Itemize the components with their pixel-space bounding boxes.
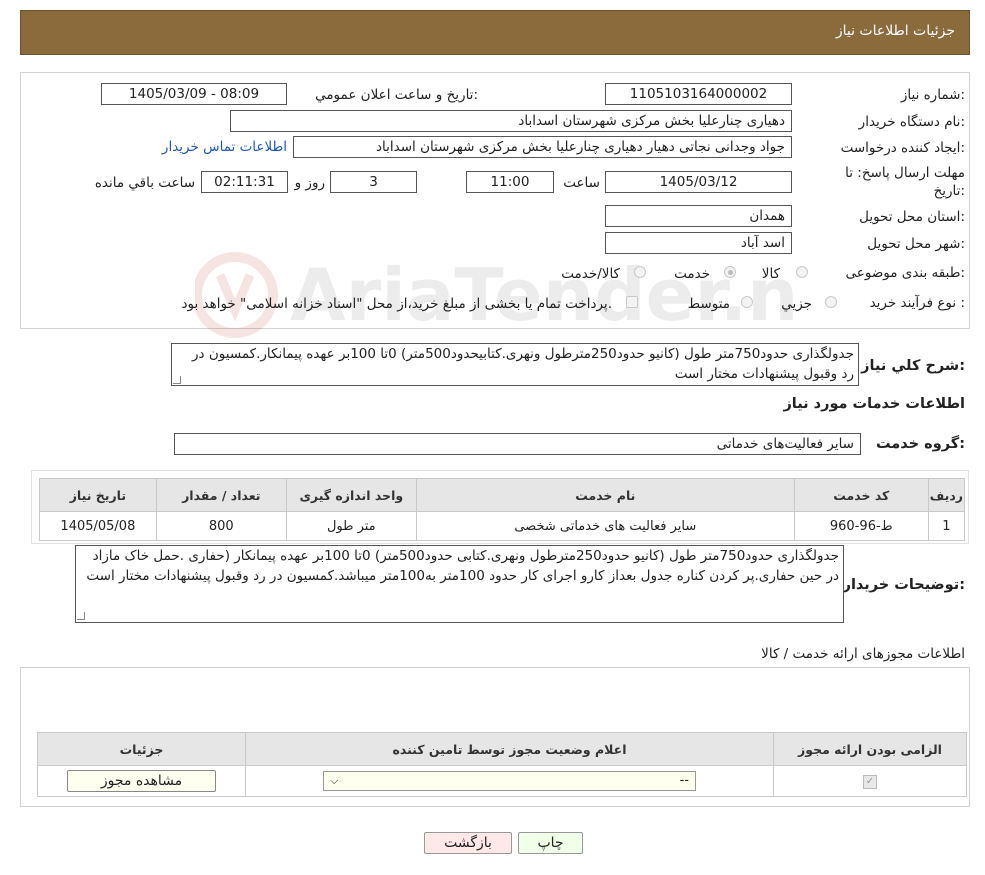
- service-group-label: گروه خدمت:: [875, 436, 965, 452]
- process-treasury-note: پرداخت تمام یا بخشی از مبلغ خرید،از محل …: [181, 296, 612, 312]
- process-option-medium: متوسط: [687, 296, 730, 312]
- services-table-header-row: ردیف کد خدمت نام خدمت واحد اندازه گیری ت…: [39, 478, 966, 512]
- summary-label: شرح کلي نیاز:: [861, 358, 965, 374]
- cell-unit: متر طول: [285, 511, 417, 541]
- permit-status-select[interactable]: ⌵ --: [323, 771, 696, 791]
- chevron-down-icon: ⌵: [330, 774, 339, 787]
- col-need-date: تاریخ نیاز: [39, 478, 157, 512]
- province-label: استان محل تحویل:: [859, 209, 965, 225]
- services-table: ردیف کد خدمت نام خدمت واحد اندازه گیری ت…: [39, 478, 966, 541]
- cell-row-number: 1: [927, 511, 966, 541]
- cell-permit-required: ✓: [773, 765, 967, 797]
- cell-quantity: 800: [155, 511, 287, 541]
- process-label: نوع فرآیند خرید :: [869, 295, 965, 311]
- cell-service-name: سایر فعالیت های خدماتی شخصی: [415, 511, 795, 541]
- remaining-time-label: ساعت باقي مانده: [94, 175, 195, 191]
- category-radio-goods[interactable]: [796, 266, 808, 278]
- deadline-label-2: تاریخ:: [933, 183, 965, 199]
- col-quantity: تعداد / مقدار: [155, 478, 287, 512]
- category-option-goods-service: کالا/خدمت: [561, 266, 620, 282]
- col-service-code: کد خدمت: [793, 478, 929, 512]
- service-group-field: سایر فعالیت‌های خدماتی: [174, 433, 861, 455]
- cell-permit-details: مشاهده مجوز: [37, 765, 246, 797]
- city-field: اسد آباد: [605, 232, 792, 254]
- requester-label: ایجاد کننده درخواست:: [840, 140, 965, 156]
- process-radio-medium[interactable]: [741, 296, 753, 308]
- cell-service-code: ط-96-960: [793, 511, 929, 541]
- table-row: 1 ط-96-960 سایر فعالیت های خدماتی شخصی م…: [39, 511, 966, 541]
- back-button[interactable]: بازگشت: [424, 832, 512, 854]
- city-label: شهر محل تحویل:: [867, 236, 965, 252]
- deadline-label: مهلت ارسال پاسخ: تا: [845, 165, 965, 181]
- buyer-notes-textarea[interactable]: جدولگذاری حدود750متر طول (کانیو حدود250م…: [75, 545, 844, 623]
- category-label: طبقه بندی موضوعی:: [845, 265, 965, 281]
- need-number-field: 1105103164000002: [605, 83, 792, 105]
- buyer-notes-label: توضیحات خریدار:: [842, 577, 965, 593]
- summary-resize-handle[interactable]: [173, 376, 181, 384]
- permits-table-header-row: الزامی بودن ارائه مجوز اعلام وضعیت مجوز …: [37, 732, 967, 766]
- buyer-field: دهیاری چنارعلیا بخش مرکزی شهرستان اسدابا…: [230, 110, 792, 132]
- requester-field: جواد وجدانی نجاتی دهیار دهیاری چنارعلیا …: [293, 136, 792, 158]
- deadline-time-label: ساعت: [563, 175, 600, 191]
- permits-section-title: اطلاعات مجوزهای ارائه خدمت / کالا: [761, 646, 965, 662]
- deadline-date-field: 1405/03/12: [605, 171, 792, 193]
- process-radio-small[interactable]: [825, 296, 837, 308]
- days-remaining-field: 3: [330, 171, 417, 193]
- category-option-goods: کالا: [761, 266, 780, 282]
- deadline-time-field: 11:00: [466, 171, 554, 193]
- category-radio-service[interactable]: [724, 266, 736, 278]
- permits-table: الزامی بودن ارائه مجوز اعلام وضعیت مجوز …: [37, 732, 967, 797]
- col-permit-required: الزامی بودن ارائه مجوز: [773, 732, 967, 766]
- cell-need-date: 1405/05/08: [39, 511, 157, 541]
- days-label: روز و: [294, 175, 325, 191]
- buyer-label: نام دستگاه خریدار:: [858, 114, 965, 130]
- need-number-label: شماره نیاز:: [900, 87, 965, 103]
- permit-status-value: --: [679, 773, 689, 788]
- permit-required-checkbox[interactable]: ✓: [863, 775, 877, 789]
- col-unit: واحد اندازه گیری: [285, 478, 417, 512]
- col-permit-details: جزئیات: [37, 732, 246, 766]
- process-checkbox-treasury[interactable]: [626, 296, 638, 308]
- process-option-small: جزیي: [781, 296, 812, 312]
- province-field: همدان: [605, 205, 792, 227]
- announce-datetime-field: 1405/03/09 - 08:09: [101, 83, 287, 105]
- buyer-notes-resize-handle[interactable]: [77, 612, 85, 620]
- category-option-service: خدمت: [674, 266, 710, 282]
- col-row-number: ردیف: [927, 478, 966, 512]
- page-title: جزئیات اطلاعات نیاز: [835, 23, 955, 39]
- buyer-contact-link[interactable]: اطلاعات تماس خریدار: [162, 139, 287, 155]
- category-radio-goods-service[interactable]: [634, 266, 646, 278]
- remaining-time-field: 02:11:31: [201, 171, 288, 193]
- summary-textarea[interactable]: جدولگذاری حدود750متر طول (کانیو حدود250م…: [171, 343, 859, 386]
- view-permit-button[interactable]: مشاهده مجوز: [67, 770, 216, 792]
- print-button[interactable]: چاپ: [518, 832, 583, 854]
- col-permit-status: اعلام وضعیت مجوز توسط تامین کننده: [245, 732, 774, 766]
- services-section-title: اطلاعات خدمات مورد نیاز: [783, 396, 965, 412]
- page-header: جزئیات اطلاعات نیاز: [20, 10, 970, 55]
- table-row: ✓ ⌵ -- مشاهده مجوز: [37, 765, 967, 797]
- col-service-name: نام خدمت: [415, 478, 795, 512]
- cell-permit-status: ⌵ --: [245, 765, 774, 797]
- announce-label: تاریخ و ساعت اعلان عمومي:: [315, 87, 478, 103]
